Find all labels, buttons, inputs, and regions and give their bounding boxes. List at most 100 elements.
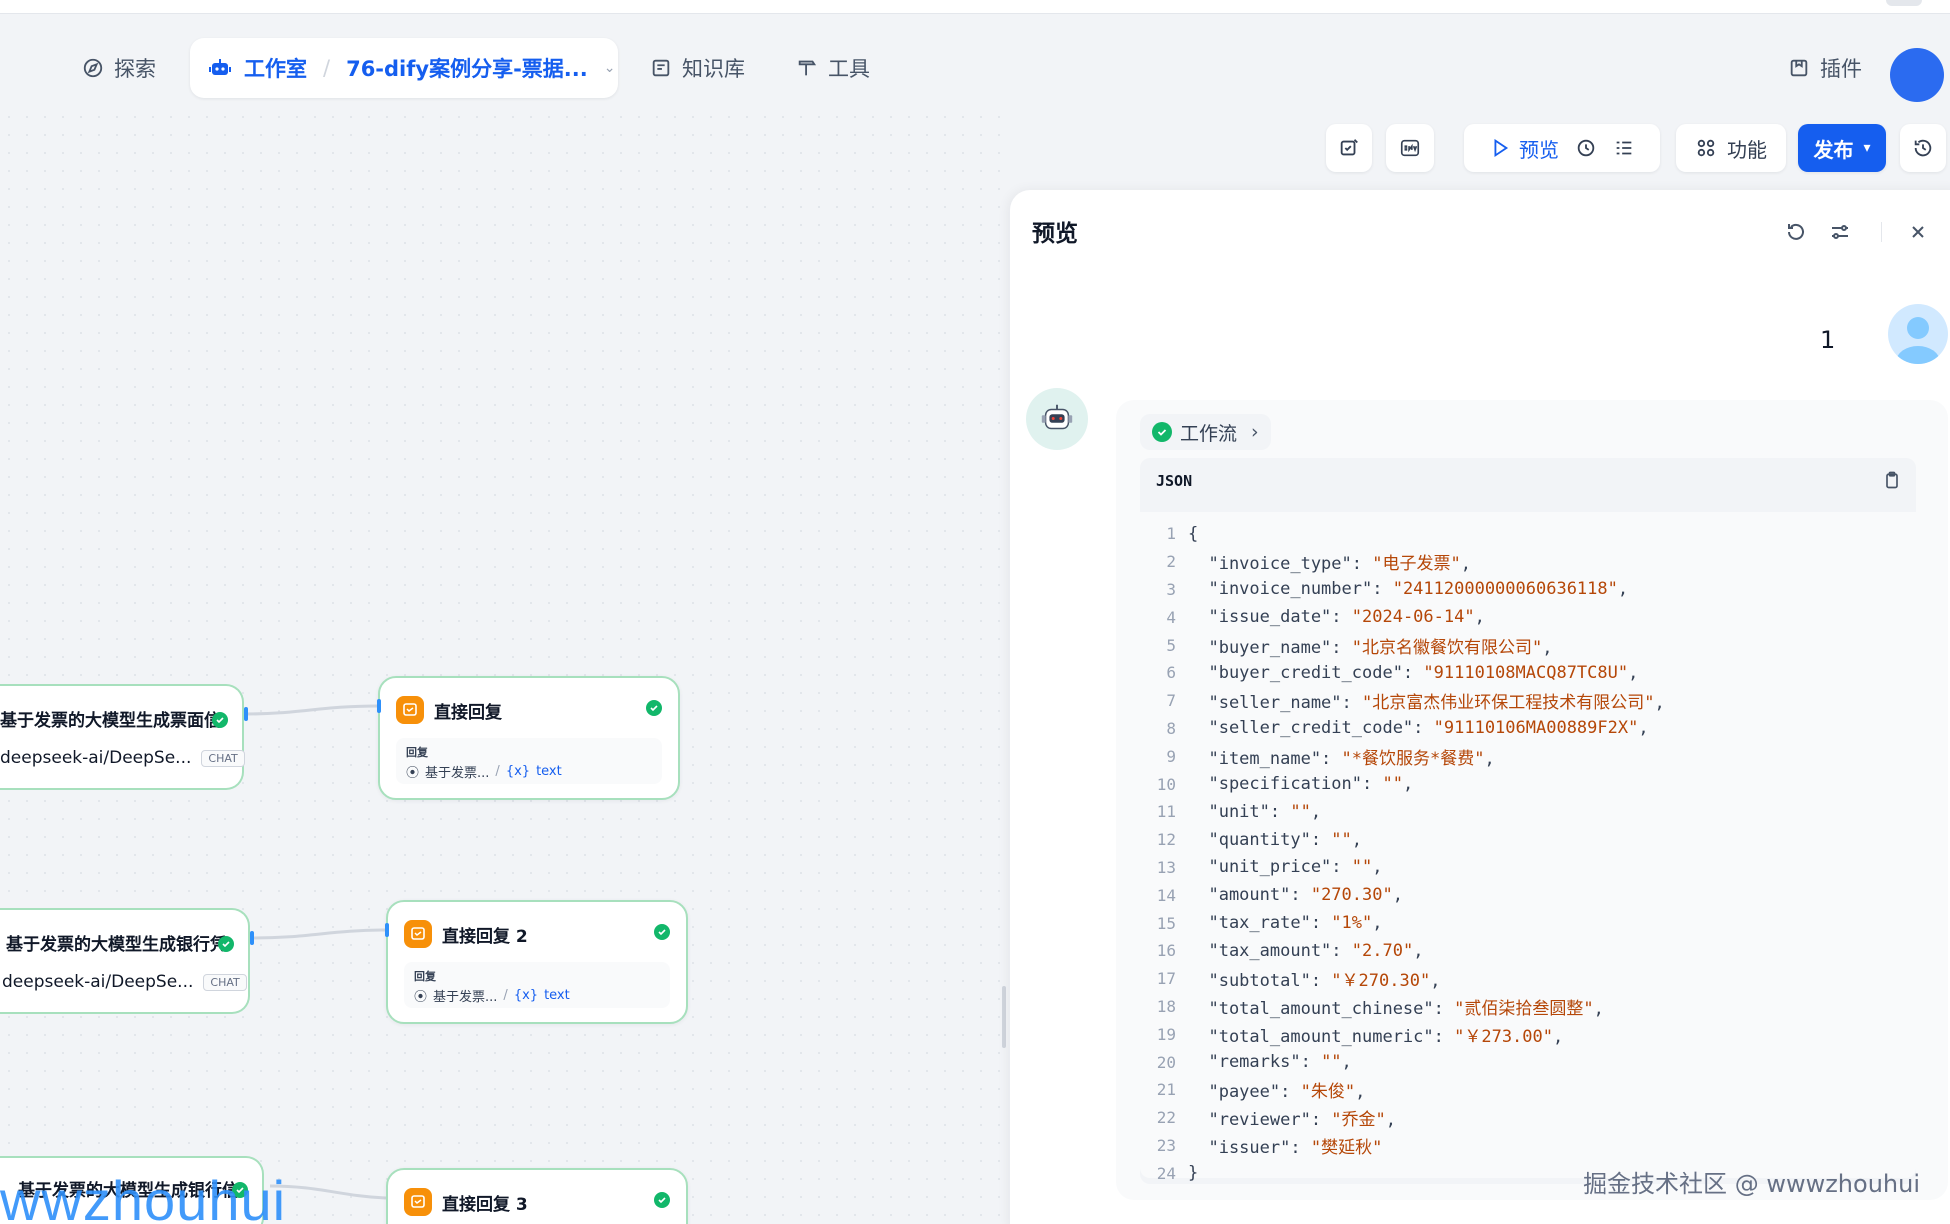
nav-studio[interactable]: 工作室 / 76-dify案例分享-票据... ⌄	[190, 38, 618, 98]
copy-icon[interactable]	[1882, 470, 1902, 490]
success-check-icon	[654, 924, 670, 940]
publish-label: 发布	[1813, 137, 1854, 162]
code-language: JSON	[1156, 472, 1193, 490]
line-number: 12	[1156, 830, 1176, 850]
close-icon[interactable]	[1906, 220, 1930, 244]
code-text: "seller_name": "北京富杰伟业环保工程技术有限公司",	[1188, 693, 1665, 714]
code-text: "invoice_number": "24112000000060636118"…	[1188, 579, 1629, 600]
code-line: 14 "amount": "270.30",	[1140, 881, 1916, 909]
reply-source: 基于发票...	[433, 990, 498, 1005]
variables-icon[interactable]	[1828, 220, 1852, 244]
app-name[interactable]: 76-dify案例分享-票据...	[346, 53, 588, 83]
reply-label: 回复	[406, 746, 428, 759]
code-line: 10 "specification": "",	[1140, 770, 1916, 798]
code-text: }	[1188, 1163, 1199, 1184]
code-line: 9 "item_name": "*餐饮服务*餐费",	[1140, 742, 1916, 770]
publish-button[interactable]: 发布 ▾	[1798, 124, 1886, 172]
success-check-icon	[654, 1192, 670, 1208]
panel-title: 预览	[1032, 221, 1078, 247]
variable-icon: {x}	[513, 988, 539, 1003]
plugin-icon	[1790, 59, 1808, 77]
preview-group: 预览	[1464, 124, 1660, 172]
reply-node-3[interactable]: 直接回复 3	[386, 1168, 688, 1224]
checklist-button[interactable]	[1326, 124, 1372, 172]
code-text: "issue_date": "2024-06-14",	[1188, 607, 1485, 628]
checklist-icon	[1340, 139, 1358, 156]
features-button[interactable]: 功能	[1676, 124, 1786, 172]
output-port[interactable]	[244, 707, 248, 721]
line-number: 14	[1156, 885, 1176, 905]
nav-tools[interactable]: 工具	[796, 48, 870, 88]
nav-plugins[interactable]: 插件	[1788, 48, 1862, 88]
workflow-label: 工作流	[1180, 422, 1238, 445]
workflow-process-toggle[interactable]: 工作流 ›	[1140, 414, 1271, 450]
version-history-button[interactable]	[1900, 124, 1946, 172]
chevron-down-icon[interactable]: ⌄	[604, 60, 616, 76]
code-line: 18 "total_amount_chinese": "贰佰柒拾叁圆整",	[1140, 993, 1916, 1021]
play-icon	[1494, 138, 1509, 158]
code-line: 8 "seller_credit_code": "91110106MA00889…	[1140, 715, 1916, 743]
ref-separator: /	[495, 764, 500, 779]
reply-node-title: 直接回复 2	[442, 926, 528, 947]
robot-icon	[1041, 404, 1073, 430]
llm-ref-icon: ⦿	[414, 990, 428, 1005]
code-text: "reviewer": "乔金",	[1188, 1110, 1397, 1131]
line-number: 9	[1166, 746, 1176, 766]
panel-resize-handle[interactable]	[1002, 986, 1006, 1048]
code-line: 15 "tax_rate": "1%",	[1140, 909, 1916, 937]
code-text: "item_name": "*餐饮服务*餐费",	[1188, 748, 1495, 769]
output-port[interactable]	[250, 931, 254, 945]
code-text: "buyer_name": "北京名徽餐饮有限公司",	[1188, 637, 1553, 658]
input-port[interactable]	[385, 923, 389, 937]
line-number: 24	[1156, 1163, 1176, 1183]
preview-button[interactable]: 预览	[1489, 134, 1559, 163]
grid-icon	[1697, 139, 1715, 157]
list-icon[interactable]	[1613, 137, 1635, 159]
nav-explore[interactable]: 探索	[82, 48, 156, 88]
input-port[interactable]	[377, 699, 381, 713]
hammer-icon	[798, 60, 817, 76]
run-history-icon[interactable]	[1575, 137, 1597, 159]
nav-plugins-label: 插件	[1820, 57, 1862, 81]
code-line: 11 "unit": "",	[1140, 798, 1916, 826]
breadcrumb-separator: /	[323, 56, 331, 80]
reply-icon	[396, 696, 424, 724]
line-number: 8	[1166, 718, 1176, 738]
line-number: 2	[1166, 552, 1176, 572]
env-button[interactable]	[1386, 124, 1434, 172]
reply-variable: text	[536, 764, 562, 779]
nav-knowledge[interactable]: 知识库	[650, 48, 745, 88]
line-number: 17	[1156, 969, 1176, 989]
edge-1	[245, 704, 379, 716]
compass-icon	[83, 58, 103, 78]
code-line: 3 "invoice_number": "2411200000006063611…	[1140, 576, 1916, 604]
llm-model-name: deepseek-ai/DeepSe...	[0, 748, 192, 768]
reply-node-title: 直接回复	[434, 702, 502, 723]
workflow-canvas[interactable]: 基于发票的大模型生成票面信 deepseek-ai/DeepSe... CHAT …	[0, 108, 1010, 1224]
reply-node-2[interactable]: 直接回复 2 回复 ⦿ 基于发票... / {x} text	[386, 900, 688, 1024]
code-text: "subtotal": "￥270.30",	[1188, 971, 1441, 992]
user-avatar-top[interactable]	[1890, 48, 1944, 102]
line-number: 20	[1156, 1052, 1176, 1072]
reply-node-1[interactable]: 直接回复 回复 ⦿ 基于发票... / {x} text	[378, 676, 680, 800]
code-text: "unit": "",	[1188, 801, 1322, 822]
code-line: 6 "buyer_credit_code": "91110108MACQ87TC…	[1140, 659, 1916, 687]
bot-answer: 工作流 › JSON 1{2 "invoice_type": "电子发票", 3 …	[1116, 400, 1948, 1200]
code-line: 17 "subtotal": "￥270.30",	[1140, 965, 1916, 993]
history-icon	[1914, 139, 1932, 157]
success-check-icon	[212, 712, 228, 728]
line-number: 22	[1156, 1108, 1176, 1128]
variable-icon: {x}	[505, 764, 531, 779]
code-text: "quantity": "",	[1188, 829, 1363, 850]
reply-icon	[404, 920, 432, 948]
llm-node-1[interactable]: 基于发票的大模型生成票面信 deepseek-ai/DeepSe... CHAT	[0, 684, 245, 790]
restart-icon[interactable]	[1784, 220, 1808, 244]
user-message: 1	[1820, 326, 1836, 354]
line-number: 7	[1166, 691, 1176, 711]
llm-model: deepseek-ai/DeepSe... CHAT	[0, 748, 245, 768]
code-text: "seller_credit_code": "91110106MA00889F2…	[1188, 718, 1649, 739]
llm-node-2[interactable]: 基于发票的大模型生成银行凭 deepseek-ai/DeepSe... CHAT	[0, 908, 250, 1014]
top-nav: 探索 工作室 / 76-dify案例分享-票据... ⌄ 知识库 工具 插件	[0, 14, 1950, 108]
code-line: 7 "seller_name": "北京富杰伟业环保工程技术有限公司",	[1140, 687, 1916, 715]
top-strip	[0, 0, 1950, 14]
